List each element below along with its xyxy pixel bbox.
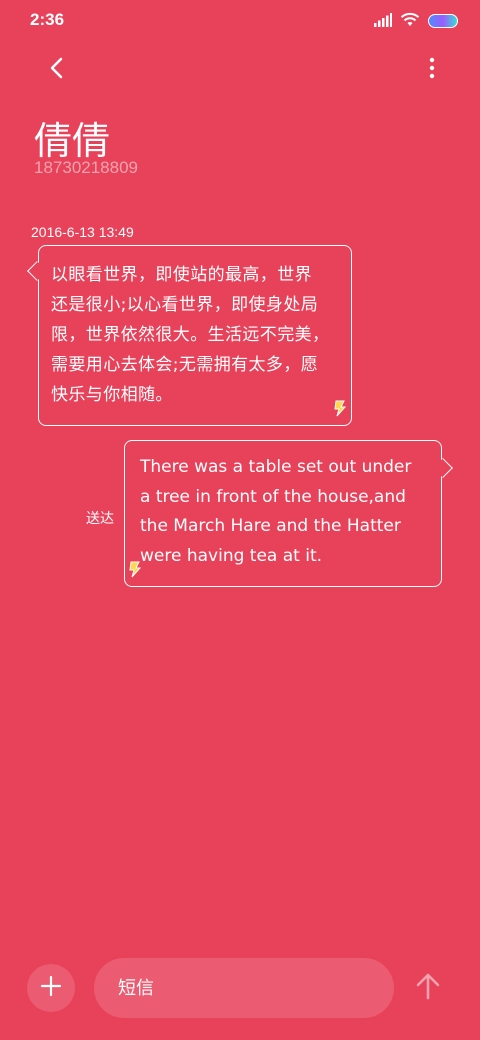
message-line: 快乐与你相随。: [51, 385, 173, 405]
chevron-left-icon: [49, 57, 63, 83]
message-input[interactable]: [94, 958, 394, 1018]
plus-icon: [40, 975, 62, 1001]
bubble-tail: [433, 458, 453, 478]
status-icons: [374, 12, 458, 30]
message-line: 限，世界依然很大。生活远不完美，: [51, 325, 330, 345]
bubble-tail: [27, 261, 47, 281]
send-button[interactable]: [412, 972, 444, 1004]
message-composer: [0, 950, 480, 1030]
arrow-up-icon: [415, 972, 441, 1004]
flash-icon: [333, 397, 347, 427]
conversation-header: [0, 42, 480, 102]
message-line: 还是很小;以心看世界，即使身处局: [51, 295, 319, 315]
back-button[interactable]: [36, 50, 76, 90]
message-line: were having tea at it.: [140, 545, 323, 566]
sent-message-bubble[interactable]: There was a table set out under a tree i…: [124, 440, 453, 589]
battery-icon: [428, 14, 458, 28]
message-line: the March Hare and the Hatter: [140, 516, 401, 536]
more-vertical-icon: [429, 57, 435, 83]
contact-number[interactable]: 18730218809: [34, 158, 138, 178]
wifi-icon: [400, 12, 420, 31]
more-options-button[interactable]: [420, 50, 444, 90]
signal-icon: [374, 12, 392, 31]
status-time: 2:36: [30, 10, 65, 29]
message-line: a tree in front of the house,and: [140, 486, 406, 507]
message-timestamp: 2016-6-13 13:49: [31, 224, 134, 240]
message-line: 需要用心去体会;无需拥有太多，愿: [51, 355, 319, 375]
add-attachment-button[interactable]: [27, 964, 75, 1012]
message-line: There was a table set out under: [140, 457, 412, 477]
status-bar: 2:36: [0, 0, 480, 42]
delivery-status: 送达: [86, 511, 114, 527]
message-line: 以眼看世界，即使站的最高，世界: [51, 265, 312, 285]
flash-icon: [128, 559, 142, 589]
contact-name: 倩倩: [34, 119, 111, 163]
received-message-bubble[interactable]: 以眼看世界，即使站的最高，世界 还是很小;以心看世界，即使身处局 限，世界依然很…: [27, 245, 352, 427]
